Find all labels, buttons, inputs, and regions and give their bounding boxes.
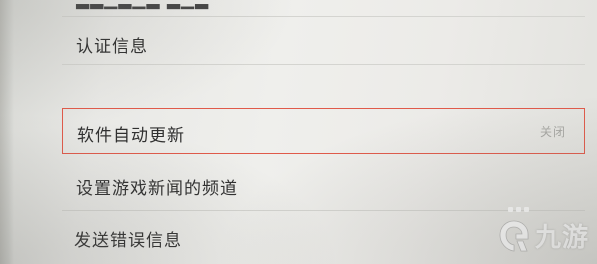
divider <box>62 64 585 65</box>
divider <box>62 16 585 17</box>
watermark-dots <box>508 207 529 212</box>
screen-edge <box>0 0 14 264</box>
settings-item-auto-update[interactable]: 软件自动更新 关闭 <box>62 108 585 154</box>
settings-item-label: 软件自动更新 <box>77 126 185 146</box>
settings-item-cut-off: ▂▂▁▂▁▂ ▂▁▂ <box>62 0 585 10</box>
settings-item-label: 发送错误信息 <box>74 231 182 251</box>
settings-item-news-channel[interactable]: 设置游戏新闻的频道 <box>62 170 585 200</box>
auto-update-value: 关闭 <box>539 125 566 139</box>
settings-item-label: 设置游戏新闻的频道 <box>76 179 238 199</box>
watermark-text: 九游 <box>534 223 589 253</box>
settings-item-label: 认证信息 <box>76 37 148 57</box>
watermark: 九游 <box>497 217 589 254</box>
divider <box>62 210 585 211</box>
cut-off-label: ▂▂▁▂▁▂ ▂▁▂ <box>76 0 210 10</box>
jiuyou-logo-icon <box>499 220 529 251</box>
settings-item-certification[interactable]: 认证信息 <box>62 28 585 58</box>
